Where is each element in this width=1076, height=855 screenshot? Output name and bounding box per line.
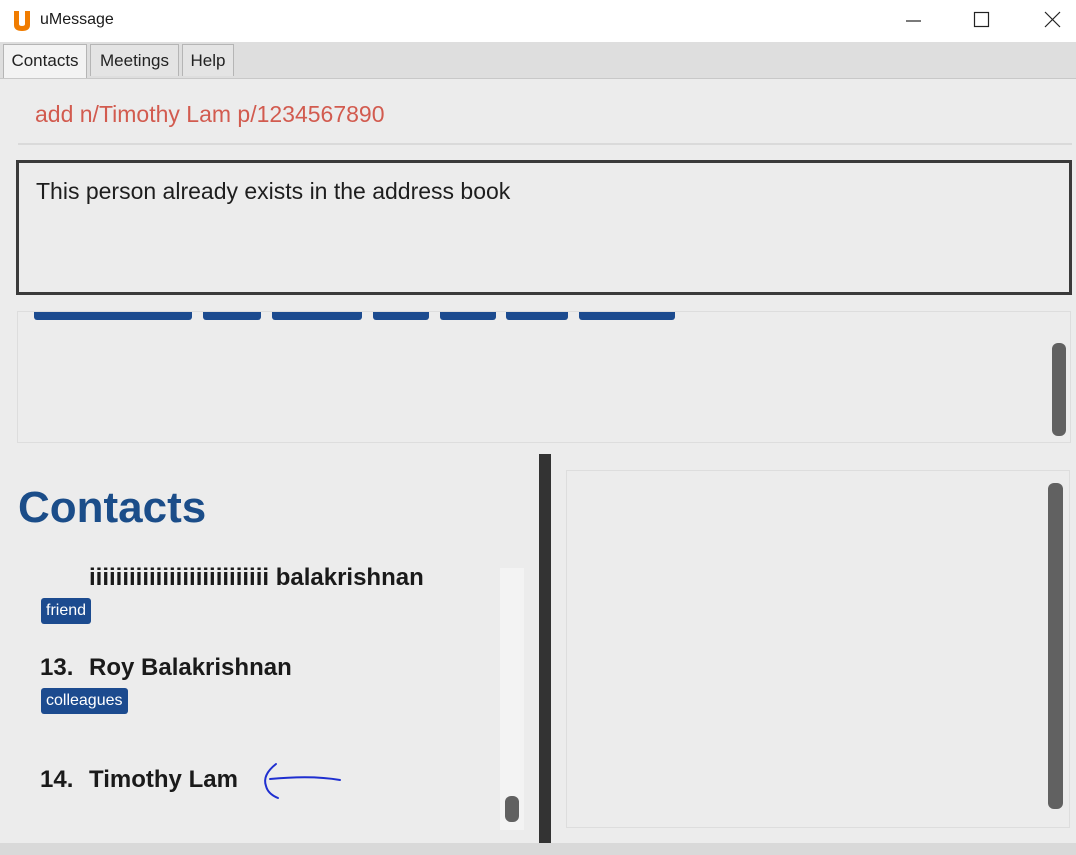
horizontal-scrollbar[interactable] xyxy=(0,843,1076,855)
contact-name: 14. Timothy Lam xyxy=(40,766,238,793)
tab-meetings[interactable]: Meetings xyxy=(90,44,179,76)
contacts-heading: Contacts xyxy=(18,483,207,532)
close-icon xyxy=(1044,11,1061,28)
tag-chip[interactable] xyxy=(34,312,192,320)
tab-contacts[interactable]: Contacts xyxy=(3,44,87,78)
contact-list-scroll-thumb[interactable] xyxy=(505,796,519,822)
contact-list-scrollbar[interactable] xyxy=(500,568,524,830)
result-message: This person already exists in the addres… xyxy=(36,178,511,204)
tag-list-panel xyxy=(17,311,1071,443)
contact-name: 13. Roy Balakrishnan xyxy=(40,654,292,681)
command-input[interactable]: add n/Timothy Lam p/1234567890 xyxy=(35,101,385,128)
maximize-icon xyxy=(973,11,990,28)
title-bar: uMessage xyxy=(0,0,1076,42)
contact-tag: friend xyxy=(41,598,92,624)
minimize-button[interactable] xyxy=(890,0,936,42)
contact-index: 13. xyxy=(40,654,74,681)
command-input-underline xyxy=(18,143,1072,145)
tag-chip[interactable] xyxy=(506,312,568,320)
tab-help[interactable]: Help xyxy=(182,44,234,76)
tag-panel-scroll-thumb[interactable] xyxy=(1052,343,1066,436)
tag-chip[interactable] xyxy=(579,312,675,320)
result-display: This person already exists in the addres… xyxy=(16,160,1072,295)
maximize-button[interactable] xyxy=(958,0,1004,42)
window-title: uMessage xyxy=(40,11,114,28)
contact-tag: colleagues xyxy=(41,688,128,714)
annotation-arrow-icon xyxy=(264,763,341,799)
contact-name: iiiiiiiiiiiiiiiiiiiiiiiiiii balakrishnan xyxy=(89,564,424,591)
detail-panel-scroll-thumb[interactable] xyxy=(1048,483,1063,809)
contact-index: 14. xyxy=(40,766,74,793)
tag-chip[interactable] xyxy=(203,312,261,320)
tag-chip[interactable] xyxy=(272,312,362,320)
tag-chip[interactable] xyxy=(373,312,429,320)
tag-chip[interactable] xyxy=(440,312,496,320)
split-pane-divider[interactable] xyxy=(539,454,551,844)
close-button[interactable] xyxy=(1030,0,1076,42)
app-logo-icon xyxy=(14,11,30,31)
minimize-icon xyxy=(906,20,921,22)
contact-list[interactable]: iiiiiiiiiiiiiiiiiiiiiiiiiii balakrishnan… xyxy=(18,558,528,842)
detail-panel xyxy=(566,470,1070,828)
tab-strip: Contacts Meetings Help xyxy=(0,42,1076,79)
tag-panel-scrollbar[interactable] xyxy=(1048,312,1066,442)
